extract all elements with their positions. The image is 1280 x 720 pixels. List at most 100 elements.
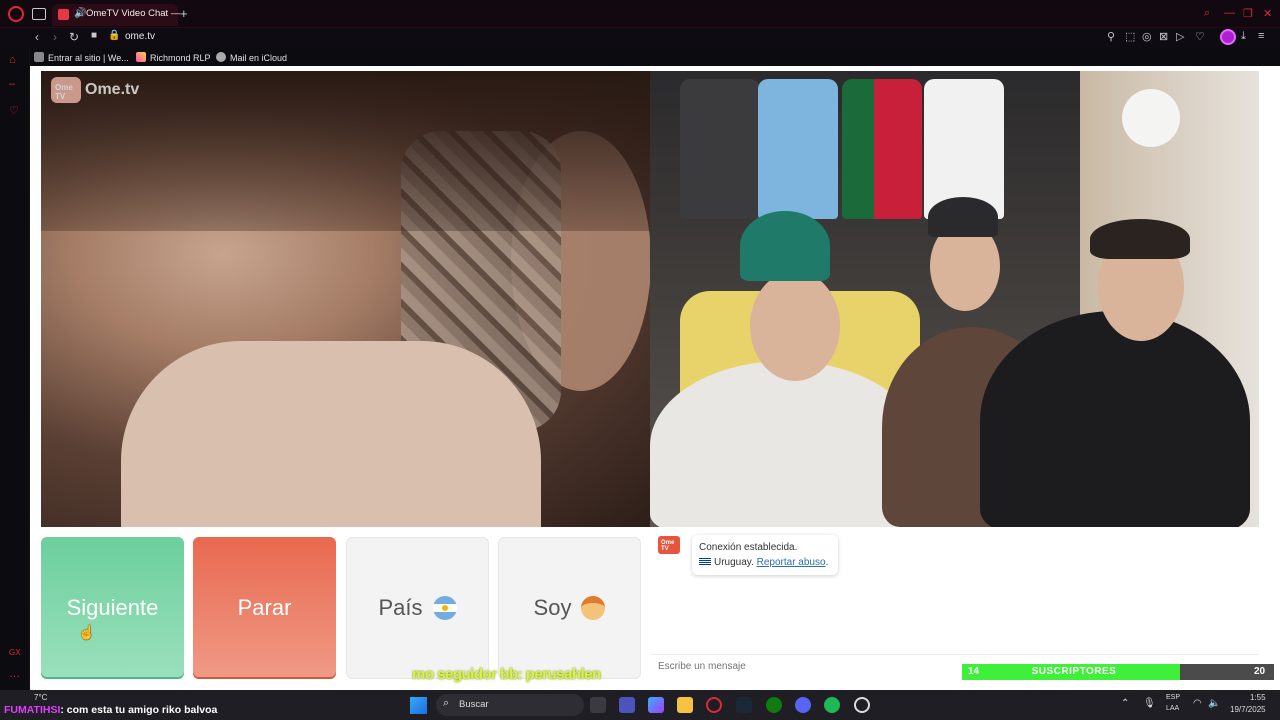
chat-panel: Ome TV Conexión establecida. Uruguay. Re… <box>650 527 1259 679</box>
subscriber-goal: 20 <box>1254 666 1266 677</box>
stream-chat-message: FUMATIHSI: com esta tu amigo riko balvoa <box>4 704 217 716</box>
chat-divider <box>650 654 1259 655</box>
keyboard-layout[interactable]: LAA <box>1166 705 1179 712</box>
back-icon[interactable]: ‹ <box>35 30 39 44</box>
search-tabs-icon[interactable]: ⌕ <box>1204 7 1210 20</box>
subscriber-label: SUSCRIPTORES <box>1031 666 1117 677</box>
reload-icon[interactable]: ↻ <box>69 30 79 44</box>
lock-icon[interactable]: 🔒 <box>108 30 120 41</box>
ometv-chat-logo-icon: Ome TV <box>658 536 680 554</box>
language-code[interactable]: ESP <box>1166 694 1180 701</box>
forward-icon[interactable]: › <box>53 30 57 44</box>
video-sweater <box>121 341 541 527</box>
tab-title: OmeTV Video Chat — <box>86 8 181 19</box>
weather-widget[interactable]: 7°C <box>34 693 47 702</box>
clock-date[interactable]: 19/7/2025 <box>1230 705 1266 714</box>
person-hair <box>1090 219 1190 259</box>
spotify-icon[interactable] <box>824 697 840 713</box>
discord-icon[interactable] <box>795 697 811 713</box>
sidebar-heart-icon[interactable]: ♡ <box>9 104 19 117</box>
snapshot-icon[interactable]: ⬚ <box>1125 30 1135 43</box>
microphone-icon[interactable]: 🎙 <box>1143 698 1156 709</box>
country-filter-button[interactable]: País <box>346 537 489 679</box>
jersey-portugal <box>842 79 922 219</box>
sidebar-dash-icon[interactable]: – <box>9 78 15 90</box>
connection-status: Conexión establecida. <box>699 542 798 553</box>
richmond-icon <box>136 52 146 62</box>
pin-icon[interactable]: ⚲ <box>1107 30 1115 43</box>
heart-icon[interactable]: ♡ <box>1195 30 1205 43</box>
uruguay-flag-icon <box>699 557 711 566</box>
browser-sidebar: ⌂ – ♡ GX … <box>0 48 30 690</box>
download-icon[interactable]: ⤓ <box>1241 30 1246 43</box>
black-cap <box>928 197 998 237</box>
windows-start-icon[interactable] <box>410 697 427 714</box>
url-field[interactable]: ome.tv <box>125 31 155 42</box>
bookmark-icloud[interactable]: Mail en iCloud <box>216 52 287 63</box>
stream-chat-text: : com esta tu amigo riko balvoa <box>60 704 218 716</box>
new-tab-button[interactable]: + <box>180 6 188 21</box>
profile-avatar[interactable] <box>1220 29 1236 45</box>
file-explorer-icon[interactable] <box>677 697 693 713</box>
volume-icon[interactable]: 🔈 <box>1208 698 1220 709</box>
teams-icon[interactable] <box>619 697 635 713</box>
apple-icon <box>216 52 226 62</box>
player-icon[interactable]: ▷ <box>1176 30 1184 43</box>
copilot-icon[interactable] <box>648 697 664 713</box>
taskbar-search[interactable]: ⌕ Buscar <box>436 694 584 716</box>
tab-ometv[interactable]: 🔊 OmeTV Video Chat — <box>52 4 181 26</box>
video-lamp <box>1122 89 1180 147</box>
tray-chevron-icon[interactable]: ⌃ <box>1121 698 1129 709</box>
restore-button[interactable]: ❐ <box>1243 7 1253 20</box>
task-view-icon[interactable] <box>590 697 606 713</box>
wifi-icon[interactable]: ◠ <box>1193 698 1202 709</box>
workspaces-icon[interactable] <box>32 8 46 20</box>
follower-alert: mo seguidor bb: perusahlen <box>412 666 601 683</box>
extensions-icon[interactable]: ⊠ <box>1159 30 1168 43</box>
person-hoodie-black <box>980 311 1250 527</box>
ometv-logo-text: Ome.tv <box>85 81 140 98</box>
argentina-flag-icon <box>432 596 457 620</box>
close-window-button[interactable]: ✕ <box>1263 7 1272 20</box>
xbox-icon[interactable] <box>766 697 782 713</box>
green-cap <box>740 211 830 281</box>
partner-country: Uruguay. <box>714 557 754 568</box>
minimize-button[interactable]: — <box>1224 7 1235 19</box>
boy-emoji-icon <box>581 596 606 620</box>
message-input[interactable] <box>658 661 958 672</box>
menu-icon[interactable]: ≡ <box>1258 30 1264 42</box>
report-abuse-link[interactable]: Reportar abuso <box>757 557 826 568</box>
ometv-watermark: Ome TV Ome.tv <box>51 77 151 105</box>
address-bar: ‹ › ↻ ■ 🔒 ome.tv ⚲ ⬚ ◎ ⊠ ▷ ♡ ⤓ ≡ <box>0 28 1280 48</box>
subscriber-goal-bar: 14 SUSCRIPTORES 20 <box>962 664 1274 680</box>
opera-gx-taskbar-icon[interactable] <box>706 697 722 713</box>
ometv-logo-icon: Ome TV <box>51 77 81 103</box>
bookmarks-bar: Entrar al sitio | We... Richmond RLP Mai… <box>30 50 1280 66</box>
system-message: Conexión establecida. Uruguay. Reportar … <box>692 535 838 575</box>
settings-icon[interactable] <box>854 697 870 713</box>
browser-tab-bar: 🔊 OmeTV Video Chat — + ⌕ — ❐ ✕ <box>0 0 1280 28</box>
next-button[interactable]: Siguiente <box>41 537 184 679</box>
gx-icon[interactable]: GX <box>9 648 21 657</box>
clock-time[interactable]: 1:55 <box>1250 693 1266 702</box>
partner-country-line: Uruguay. Reportar abuso. <box>699 555 831 570</box>
ometv-favicon-icon <box>58 9 69 20</box>
self-video <box>650 71 1259 527</box>
camera-icon[interactable]: ■ <box>91 30 97 41</box>
steam-icon[interactable] <box>736 697 752 713</box>
jersey-uruguay <box>758 79 838 219</box>
person-head-1 <box>750 271 840 381</box>
hand-cursor-icon: ☝ <box>78 624 96 640</box>
search-label: Buscar <box>459 699 489 710</box>
opera-logo-icon[interactable] <box>8 6 24 22</box>
more-icon[interactable]: … <box>9 668 20 680</box>
speaker-icon[interactable]: 🔊 <box>74 8 86 19</box>
shopping-icon[interactable]: ⌂ <box>9 54 16 66</box>
vpn-icon[interactable]: ◎ <box>1142 30 1152 43</box>
bookmark-entrar[interactable]: Entrar al sitio | We... <box>34 52 129 63</box>
jersey-black <box>680 79 760 219</box>
stop-button[interactable]: Parar <box>193 537 336 679</box>
gender-button[interactable]: Soy <box>498 537 641 679</box>
stream-chat-user: FUMATIHSI <box>4 704 61 716</box>
bookmark-richmond[interactable]: Richmond RLP <box>136 52 211 63</box>
